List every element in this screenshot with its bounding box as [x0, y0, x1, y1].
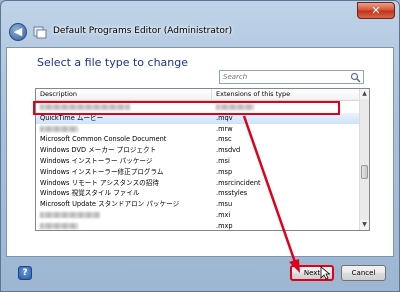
row-description: Windows インストーラー パッケージ [40, 156, 153, 165]
row-extension: .msc [216, 135, 232, 144]
redacted-text [40, 222, 78, 229]
row-extension: .msp [216, 167, 233, 176]
back-arrow-icon[interactable]: ◀ [9, 23, 27, 41]
row-description [40, 221, 78, 230]
column-divider[interactable] [211, 89, 212, 101]
page-heading: Select a file type to change [37, 56, 189, 69]
row-extension: .mrw [216, 124, 233, 133]
column-header-description[interactable]: Description [40, 90, 77, 98]
row-extension: .msdvd [216, 146, 241, 155]
search-input[interactable] [220, 71, 348, 83]
row-extension: .mxi [216, 210, 231, 219]
list-row[interactable]: Windows インストーラー修正プログラム .msp [36, 167, 360, 178]
scroll-up-icon[interactable]: ▲ [360, 89, 369, 99]
list-row[interactable]: Microsoft Common Console Document .msc [36, 134, 360, 145]
list-rows: QuickTime ムービー .mqv .mrw Microsoft Common C… [36, 102, 360, 230]
row-description [40, 210, 100, 221]
close-button[interactable]: ✕ [357, 2, 395, 19]
scroll-down-icon[interactable]: ▼ [360, 220, 369, 230]
dialog-content: Select a file type to change Description… [6, 47, 394, 257]
row-description: Windows DVD メーカー プロジェクト [40, 146, 157, 155]
row-extension: .msi [216, 156, 230, 165]
list-row[interactable]: .mrw [36, 124, 360, 135]
help-icon[interactable]: ? [18, 266, 32, 280]
window-title: Default Programs Editor (Administrator) [53, 26, 233, 36]
row-extension: .msstyles [216, 189, 248, 198]
redacted-text [40, 125, 78, 132]
column-header-extensions[interactable]: Extensions of this type [216, 90, 290, 98]
list-row[interactable]: Windows DVD メーカー プロジェクト .msdvd [36, 145, 360, 156]
list-row[interactable]: Microsoft Update スタンドアロン パッケージ .msu [36, 199, 360, 210]
row-extension: .msrcincident [216, 178, 261, 187]
list-row[interactable]: Windows リモート アシスタンスの招待 .msrcincident [36, 178, 360, 189]
row-description: Windows インストーラー修正プログラム [40, 167, 164, 176]
mouse-pointer-icon [320, 266, 330, 280]
row-description: Windows 視覚スタイル ファイル [40, 189, 140, 198]
window-frame: ◀ Default Programs Editor (Administrator… [0, 0, 400, 292]
row-extension: .msu [216, 200, 233, 209]
search-icon[interactable] [350, 72, 361, 83]
button-bar: ? Next Cancel [6, 257, 394, 289]
list-row[interactable]: Windows 視覚スタイル ファイル .msstyles [36, 188, 360, 199]
app-icon [33, 26, 47, 39]
cancel-button[interactable]: Cancel [341, 265, 386, 281]
list-row[interactable]: .mxi [36, 210, 360, 221]
row-description: Microsoft Common Console Document [40, 135, 167, 144]
row-description: Windows リモート アシスタンスの招待 [40, 178, 159, 187]
row-description: Microsoft Update スタンドアロン パッケージ [40, 200, 180, 209]
search-box[interactable] [219, 70, 364, 84]
list-row[interactable]: .mxp [36, 221, 360, 230]
list-header: Description Extensions of this type [36, 89, 360, 101]
list-row[interactable]: Windows インストーラー パッケージ .msi [36, 156, 360, 167]
vertical-scrollbar[interactable]: ▲ ▼ [359, 89, 369, 230]
annotation-highlight-box [33, 101, 340, 115]
row-extension: .mxp [216, 221, 233, 230]
scroll-thumb[interactable] [361, 165, 368, 179]
row-description [40, 124, 78, 135]
title-bar: ◀ Default Programs Editor (Administrator… [1, 1, 399, 47]
redacted-text [40, 211, 100, 218]
